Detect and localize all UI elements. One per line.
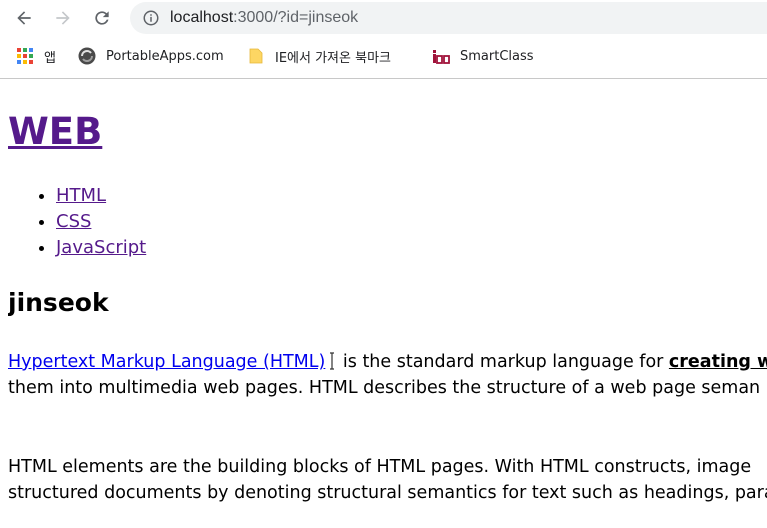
topic-heading: jinseok <box>8 288 109 317</box>
reload-button[interactable] <box>88 4 116 32</box>
folder-icon <box>249 48 263 64</box>
paragraph-2-line-2: structured documents by denoting structu… <box>8 483 767 503</box>
page-content: WEB HTML CSS JavaScript jinseok Hypertex… <box>8 79 767 528</box>
topic-list: HTML CSS JavaScript <box>8 183 146 261</box>
url-text[interactable]: localhost:3000/?id=jinseok <box>170 2 358 34</box>
list-item: JavaScript <box>56 235 146 261</box>
bookmark-label: IE에서 가져온 북마크 <box>275 50 391 66</box>
paragraph-1-line-1: Hypertext Markup Language (HTML) is the … <box>8 349 767 375</box>
bold-text: creating we <box>668 352 767 372</box>
smartclass-logo-icon <box>433 50 450 64</box>
html-wiki-link[interactable]: Hypertext Markup Language (HTML) <box>8 352 325 372</box>
arrow-left-icon <box>17 11 31 25</box>
back-button[interactable] <box>10 4 38 32</box>
url-path: :3000/?id=jinseok <box>233 9 359 26</box>
bookmark-label: 앱 <box>44 50 56 66</box>
home-link[interactable]: WEB <box>8 110 102 153</box>
reload-icon <box>95 11 109 25</box>
address-bar[interactable]: localhost:3000/?id=jinseok <box>130 2 767 34</box>
bookmark-ie-folder[interactable]: IE에서 가져온 북마크 <box>247 36 391 76</box>
bookmark-label: PortableApps.com <box>106 48 224 64</box>
bookmark-label: SmartClass <box>460 48 534 64</box>
url-host: localhost <box>170 9 234 26</box>
paragraph-2-line-1: HTML elements are the building blocks of… <box>8 457 752 477</box>
page-title: WEB <box>8 109 102 155</box>
bookmark-smartclass[interactable]: SmartClass <box>432 36 534 76</box>
bookmark-apps[interactable]: 앱 <box>16 36 56 76</box>
info-icon[interactable] <box>142 9 160 27</box>
apps-grid-icon <box>17 48 33 64</box>
list-item: CSS <box>56 209 146 235</box>
forward-button[interactable] <box>49 4 77 32</box>
bookmarks-bar: 앱 PortableApps.com IE에서 가져온 북마크 SmartCla… <box>0 36 767 79</box>
bookmark-portableapps[interactable]: PortableApps.com <box>78 36 224 76</box>
arrow-right-icon <box>56 11 70 25</box>
list-item: HTML <box>56 183 146 209</box>
nav-link-css[interactable]: CSS <box>56 211 91 232</box>
nav-link-html[interactable]: HTML <box>56 185 106 206</box>
text-cursor-icon <box>330 352 335 370</box>
paragraph-text: is the standard markup language for <box>337 352 669 372</box>
browser-toolbar: localhost:3000/?id=jinseok <box>0 0 767 36</box>
nav-link-javascript[interactable]: JavaScript <box>56 237 146 258</box>
paragraph-1-line-2: them into multimedia web pages. HTML des… <box>8 378 761 398</box>
portableapps-icon <box>78 47 96 65</box>
